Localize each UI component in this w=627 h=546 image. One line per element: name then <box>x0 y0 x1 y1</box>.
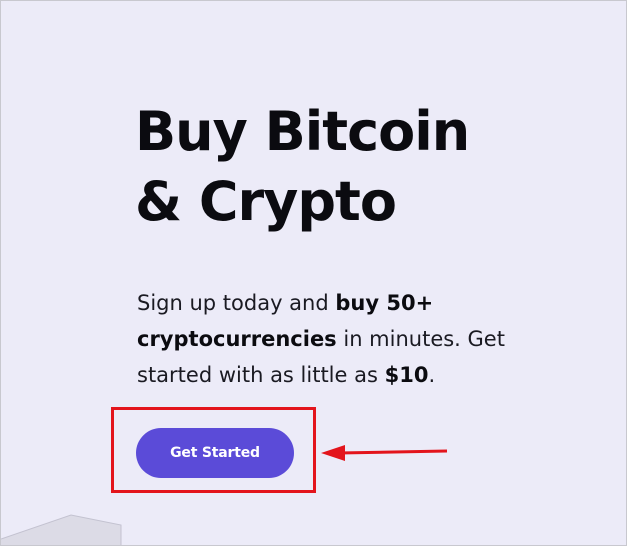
annotation-arrow-icon <box>321 445 448 461</box>
decorative-envelope-shape <box>1 514 122 545</box>
hero-title: Buy Bitcoin & Crypto <box>135 97 470 237</box>
annotation-highlight-box <box>111 407 316 493</box>
hero-title-line-2: & Crypto <box>135 170 397 233</box>
subtitle-bold-price: $10 <box>384 363 429 387</box>
page-frame: Buy Bitcoin & Crypto Sign up today and b… <box>0 0 627 546</box>
subtitle-text-3: . <box>428 363 436 387</box>
hero-subtitle: Sign up today and buy 50+ cryptocurrenci… <box>137 285 557 393</box>
hero-title-line-1: Buy Bitcoin <box>135 100 470 163</box>
subtitle-text-1: Sign up today and <box>137 291 336 315</box>
